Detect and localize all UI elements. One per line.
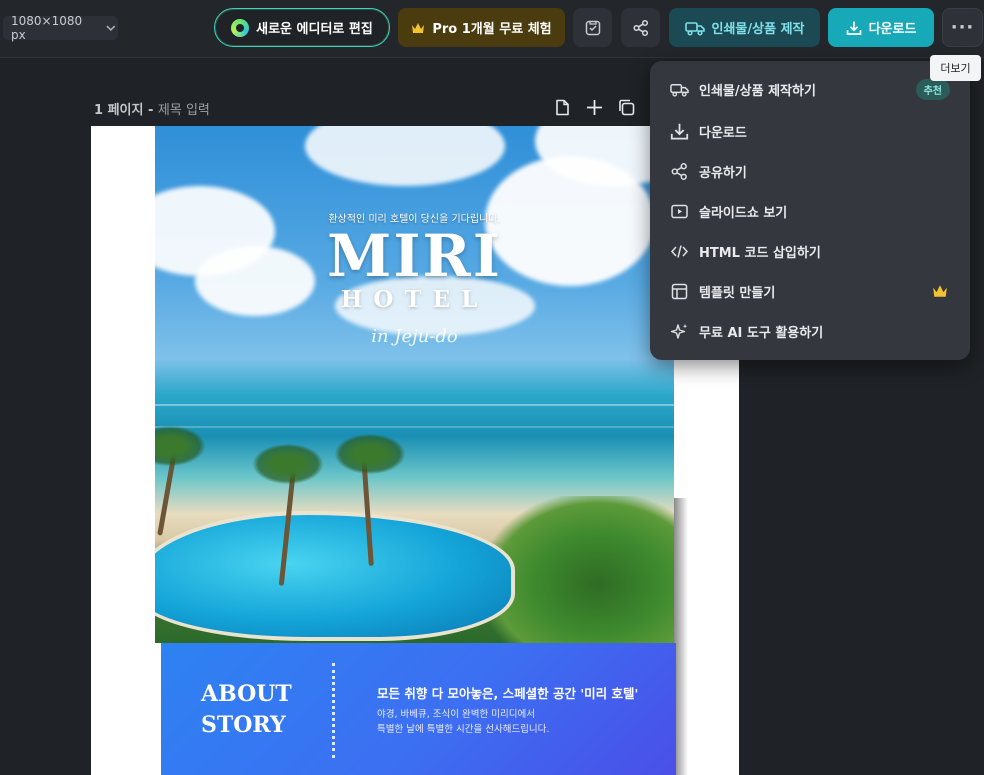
design-canvas[interactable]: 환상적인 미리 호텔이 당신을 기다립니다. MIRI HOTEL in Jej…	[91, 126, 739, 775]
truck-icon	[684, 21, 705, 36]
cloud-shape	[305, 126, 505, 186]
menu-item-print-product[interactable]: 인쇄물/상품 제작하기 추천	[650, 69, 970, 109]
menu-item-label: HTML 코드 삽입하기	[699, 245, 821, 261]
pool-shape	[155, 511, 515, 641]
download-icon	[670, 122, 689, 141]
new-editor-button[interactable]: 새로운 에디터로 편집	[214, 8, 390, 47]
save-button[interactable]	[573, 8, 612, 47]
dotted-divider	[332, 663, 335, 758]
location-script[interactable]: in Jeju-do	[155, 326, 674, 347]
share-icon	[632, 19, 648, 36]
chevron-down-icon	[106, 25, 116, 32]
new-page-button[interactable]	[553, 98, 572, 117]
about-title[interactable]: ABOUT STORY	[201, 679, 311, 741]
print-product-button[interactable]: 인쇄물/상품 제작	[669, 8, 820, 47]
copy-icon	[619, 99, 635, 116]
about-story-box[interactable]: ABOUT STORY 모든 취향 다 모아놓은, 스페셜한 공간 '미리 호텔…	[161, 643, 676, 775]
template-icon	[670, 282, 689, 301]
play-icon	[670, 202, 689, 221]
top-toolbar: 1080×1080 px 새로운 에디터로 편집 Pro 1개월 무료 체험 인…	[0, 0, 984, 58]
menu-item-label: 무료 AI 도구 활용하기	[699, 325, 824, 341]
about-body[interactable]: 야경, 바베큐, 조식이 완벽한 미리디에서 특별한 날에 특별한 시간을 선사…	[377, 707, 549, 737]
more-menu: 인쇄물/상품 제작하기 추천 다운로드 공유하기 슬라이드쇼 보기 HTML 코…	[650, 61, 970, 360]
share-icon	[670, 162, 689, 181]
download-button[interactable]: 다운로드	[828, 8, 934, 47]
menu-item-slideshow[interactable]: 슬라이드쇼 보기	[650, 191, 970, 231]
sea-line	[155, 404, 674, 406]
about-title-line: STORY	[201, 712, 286, 738]
editor-logo-icon	[231, 18, 250, 37]
plus-icon	[587, 100, 602, 115]
page-title: 1 페이지 - 제목 입력	[94, 99, 210, 118]
sparkle-icon	[670, 322, 689, 341]
menu-item-label: 템플릿 만들기	[699, 285, 776, 301]
palm-leaves	[253, 444, 323, 484]
more-button[interactable]: ···	[942, 8, 983, 47]
download-label: 다운로드	[868, 22, 917, 37]
menu-item-html-embed[interactable]: HTML 코드 삽입하기	[650, 231, 970, 271]
about-heading[interactable]: 모든 취향 다 모아놓은, 스페셜한 공간 '미리 호텔'	[377, 683, 638, 702]
about-title-line: ABOUT	[201, 681, 292, 707]
hotel-photo[interactable]: 환상적인 미리 호텔이 당신을 기다립니다. MIRI HOTEL in Jej…	[155, 126, 674, 643]
menu-item-label: 인쇄물/상품 제작하기	[699, 83, 816, 99]
code-icon	[670, 242, 689, 261]
menu-item-ai-tools[interactable]: 무료 AI 도구 활용하기	[650, 311, 970, 351]
more-tooltip: 더보기	[930, 55, 981, 81]
crown-icon	[933, 285, 947, 297]
hotel-title[interactable]: MIRI	[155, 224, 674, 288]
menu-item-label: 공유하기	[699, 165, 747, 181]
new-editor-label: 새로운 에디터로 편집	[256, 22, 373, 37]
more-dots-icon: ···	[950, 17, 975, 38]
sea-line	[155, 426, 674, 428]
photo-shadow	[674, 498, 688, 775]
menu-item-download[interactable]: 다운로드	[650, 111, 970, 151]
menu-item-label: 슬라이드쇼 보기	[699, 205, 788, 221]
pro-trial-button[interactable]: Pro 1개월 무료 체험	[398, 8, 565, 47]
share-button[interactable]	[621, 8, 660, 47]
print-product-label: 인쇄물/상품 제작	[711, 22, 805, 37]
hotel-subtitle[interactable]: HOTEL	[155, 286, 674, 313]
menu-item-share[interactable]: 공유하기	[650, 151, 970, 191]
crown-icon	[412, 22, 425, 33]
palm-leaves	[335, 434, 405, 474]
canvas-size-select[interactable]: 1080×1080 px	[3, 14, 118, 42]
file-icon	[556, 99, 569, 116]
truck-icon	[670, 80, 689, 99]
page-tools	[553, 98, 636, 117]
page-number-label: 1 페이지 -	[94, 103, 154, 118]
page-title-input[interactable]: 제목 입력	[158, 103, 210, 118]
canvas-size-value: 1080×1080 px	[11, 14, 83, 42]
menu-item-label: 다운로드	[699, 125, 747, 141]
about-body-line: 야경, 바베큐, 조식이 완벽한 미리디에서	[377, 709, 535, 720]
menu-item-make-template[interactable]: 템플릿 만들기	[650, 271, 970, 311]
about-body-line: 특별한 날에 특별한 시간을 선사해드립니다.	[377, 724, 550, 735]
pro-trial-label: Pro 1개월 무료 체험	[432, 22, 552, 37]
download-icon	[846, 21, 861, 35]
add-page-button[interactable]	[585, 98, 604, 117]
save-icon	[585, 20, 600, 35]
recommend-badge: 추천	[915, 78, 950, 100]
palm-leaves	[155, 426, 205, 466]
duplicate-page-button[interactable]	[617, 98, 636, 117]
